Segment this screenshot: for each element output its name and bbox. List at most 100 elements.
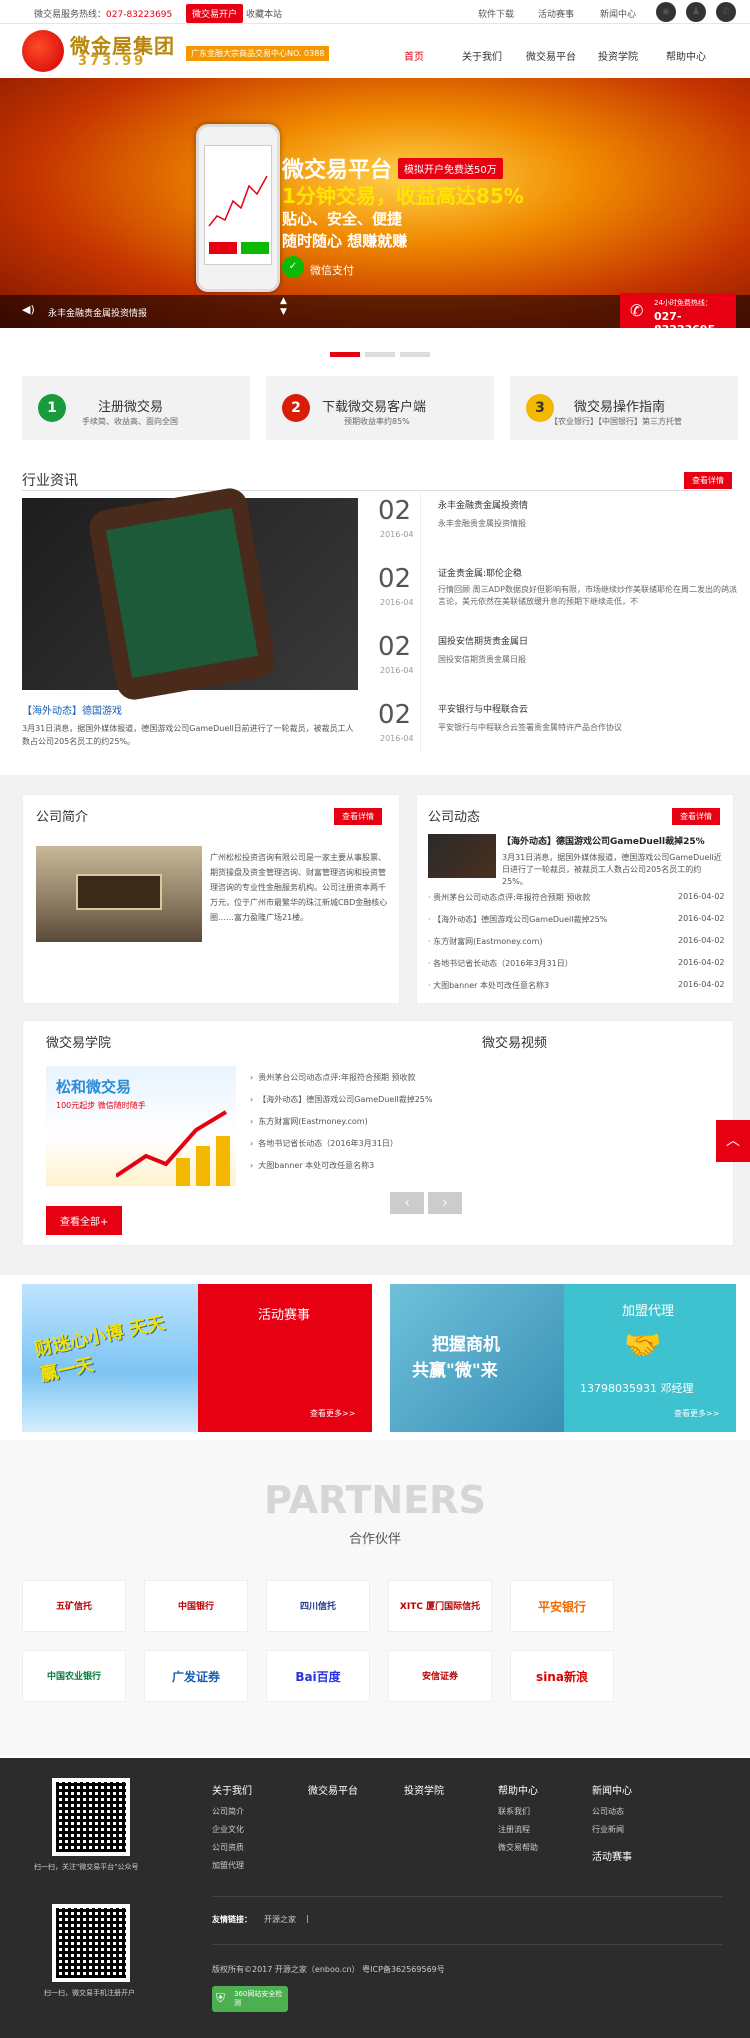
friend-links-label: 友情链接： xyxy=(212,1915,252,1924)
next-arrow-icon[interactable]: › xyxy=(428,1192,462,1214)
nav-platform[interactable]: 微交易平台 xyxy=(526,48,576,63)
footer-link[interactable]: 活动赛事 xyxy=(592,1848,632,1863)
list-item[interactable]: · 大图banner 本处可改任意名称3 xyxy=(428,980,549,991)
footer-link[interactable]: 行业新闻 xyxy=(592,1824,624,1835)
list-item[interactable]: · 各地书记省长动态（2016年3月31日） xyxy=(428,958,573,969)
free-hotline-box: ✆ 24小时免费热线： 027-83223695 xyxy=(620,293,736,336)
safe-badge[interactable]: ⛨ 360网站安全检测 xyxy=(212,1986,288,2012)
open-account-button[interactable]: 微交易开户 xyxy=(186,4,244,23)
footer-col-heading[interactable]: 微交易平台 xyxy=(308,1782,358,1797)
news-link[interactable]: 新闻中心 xyxy=(600,7,636,20)
speaker-icon: ◀) xyxy=(22,303,35,316)
partner-logo[interactable]: 中国银行 xyxy=(144,1580,248,1632)
events-image[interactable]: 财迷心小博 天天赢一天 xyxy=(22,1284,198,1432)
franchise-more-link[interactable]: 查看更多>> xyxy=(674,1408,719,1419)
feature-guide[interactable]: 3 微交易操作指南 【农业银行】【中国银行】第三方托管 xyxy=(510,376,738,440)
list-item-date: 2016-04-02 xyxy=(678,914,725,923)
ticker-arrows-icon[interactable]: ▲ ▼ xyxy=(280,296,287,318)
phone-image xyxy=(196,124,280,292)
footer-link[interactable]: 公司资质 xyxy=(212,1842,244,1853)
bookmark-link[interactable]: 收藏本站 xyxy=(246,7,282,20)
card-table-shape xyxy=(105,508,259,678)
list-item-text: 【海外动态】德国游戏公司GameDuell裁掉25% xyxy=(258,1095,433,1104)
list-item[interactable]: › 东方财富网(Eastmoney.com) xyxy=(250,1116,368,1127)
prev-arrow-icon[interactable]: ‹ xyxy=(390,1192,424,1214)
partner-logo[interactable]: 安信证券 xyxy=(388,1650,492,1702)
back-to-top-icon[interactable]: ︿ xyxy=(716,1120,750,1162)
news-title[interactable]: 永丰金融贵金属投资情 xyxy=(438,498,528,511)
footer-link[interactable]: 公司简介 xyxy=(212,1806,244,1817)
feature-download[interactable]: 2 下载微交易客户端 预期收益率约85% xyxy=(266,376,494,440)
list-item[interactable]: › 各地书记省长动态（2016年3月31日） xyxy=(250,1138,398,1149)
qr2-label: 扫一扫，微交易手机注册开户 xyxy=(44,1989,135,1997)
company-news-more-button[interactable]: 查看详情 xyxy=(672,808,720,825)
footer-link[interactable]: 公司动态 xyxy=(592,1806,624,1817)
partner-logo[interactable]: 平安银行 xyxy=(510,1580,614,1632)
events-panel[interactable]: 活动赛事 查看更多>> xyxy=(198,1284,372,1432)
company-news-thumb[interactable] xyxy=(428,834,496,878)
footer-col-heading[interactable]: 关于我们 xyxy=(212,1782,252,1797)
partner-logo[interactable]: XITC 厦门国际信托 xyxy=(388,1580,492,1632)
news-title[interactable]: 证金贵金属:耶伦企稳 xyxy=(438,566,522,579)
partner-logo[interactable]: 中国农业银行 xyxy=(22,1650,126,1702)
partner-logo[interactable]: Bai百度 xyxy=(266,1650,370,1702)
list-item[interactable]: › 贵州茅台公司动态点评:年报符合预期 预收款 xyxy=(250,1072,416,1083)
nav-help[interactable]: 帮助中心 xyxy=(666,48,706,63)
academy-image[interactable]: 松和微交易 100元起步 微信随时随手 xyxy=(46,1066,236,1186)
list-item[interactable]: › 【海外动态】德国游戏公司GameDuell裁掉25% xyxy=(250,1094,433,1105)
reception-sign-shape xyxy=(76,874,162,910)
list-item[interactable]: · 【海外动态】德国游戏公司GameDuell裁掉25% xyxy=(428,914,607,925)
partner-logo[interactable]: sina新浪 xyxy=(510,1650,614,1702)
footer-col-heading[interactable]: 投资学院 xyxy=(404,1782,444,1797)
download-link[interactable]: 软件下载 xyxy=(478,7,514,20)
news-desc: 行情回顾 周三ADP数据良好但影响有限，市场继续炒作美联储耶伦在周二发出的鸽派言… xyxy=(438,585,737,606)
news-ym: 2016-04 xyxy=(380,666,414,675)
slider-dot-1[interactable] xyxy=(330,352,360,357)
qr-code-icon xyxy=(52,1904,130,1982)
news-image[interactable] xyxy=(22,485,358,703)
list-item[interactable]: · 贵州茅台公司动态点评:年报符合预期 预收款 xyxy=(428,892,590,903)
partner-logo[interactable]: 广发证券 xyxy=(144,1650,248,1702)
franchise-image-text-1: 把握商机 xyxy=(432,1335,500,1355)
slider-dot-3[interactable] xyxy=(400,352,430,357)
banner-promo-pill[interactable]: 模拟开户免费送50万 xyxy=(398,158,503,179)
footer-link[interactable]: 微交易帮助 xyxy=(498,1842,538,1853)
franchise-phone: 13798035931 邓经理 xyxy=(580,1382,694,1395)
news-title[interactable]: 平安银行与中程联合云 xyxy=(438,702,528,715)
footer-col-heading[interactable]: 帮助中心 xyxy=(498,1782,538,1797)
ticker-text[interactable]: 永丰金融贵金属投资情报 xyxy=(48,306,147,319)
company-news-top-title[interactable]: 【海外动态】德国游戏公司GameDuell裁掉25% xyxy=(502,834,705,847)
industry-more-button[interactable]: 查看详情 xyxy=(684,472,732,489)
footer-link[interactable]: 联系我们 xyxy=(498,1806,530,1817)
feature-register[interactable]: 1 注册微交易 手续简、收益高、面向全国 xyxy=(22,376,250,440)
banner-tagline: 贴心、安全、便捷 xyxy=(282,210,403,228)
company-intro-more-button[interactable]: 查看详情 xyxy=(334,808,382,825)
nav-academy[interactable]: 投资学院 xyxy=(598,48,638,63)
logo-icon[interactable] xyxy=(22,30,64,72)
slider-dot-2[interactable] xyxy=(365,352,395,357)
list-item[interactable]: · 东方财富网(Eastmoney.com) xyxy=(428,936,543,947)
events-link[interactable]: 活动赛事 xyxy=(538,7,574,20)
footer-link[interactable]: 加盟代理 xyxy=(212,1860,244,1871)
franchise-image[interactable]: 把握商机 共赢"微"来 xyxy=(390,1284,564,1432)
partners-title: PARTNERS xyxy=(264,1478,486,1522)
franchise-panel[interactable]: 加盟代理 🤝 13798035931 邓经理 查看更多>> xyxy=(564,1284,736,1432)
partner-logo[interactable]: 五矿信托 xyxy=(22,1580,126,1632)
news-title[interactable]: 国投安信期货贵金属日 xyxy=(438,634,528,647)
news-day: 02 xyxy=(378,564,412,594)
events-more-link[interactable]: 查看更多>> xyxy=(310,1408,355,1419)
friend-link[interactable]: 开源之家 xyxy=(264,1914,296,1925)
video-title: 微交易视频 xyxy=(482,1036,548,1051)
footer-link[interactable]: 企业文化 xyxy=(212,1824,244,1835)
wechat-icon[interactable]: ◉ xyxy=(656,2,676,22)
qq-icon[interactable]: ♟ xyxy=(686,2,706,22)
phone-icon[interactable]: ✆ xyxy=(716,2,736,22)
footer-link[interactable]: 注册流程 xyxy=(498,1824,530,1835)
nav-home[interactable]: 首页 xyxy=(404,48,424,63)
partner-logo[interactable]: 四川信托 xyxy=(266,1580,370,1632)
footer-col-heading[interactable]: 新闻中心 xyxy=(592,1782,632,1797)
view-all-button[interactable]: 查看全部+ xyxy=(46,1206,123,1235)
list-item[interactable]: › 大图banner 本处可改任意名称3 xyxy=(250,1160,374,1171)
nav-about[interactable]: 关于我们 xyxy=(462,48,502,63)
news-headline[interactable]: 【海外动态】德国游戏 xyxy=(22,702,122,717)
